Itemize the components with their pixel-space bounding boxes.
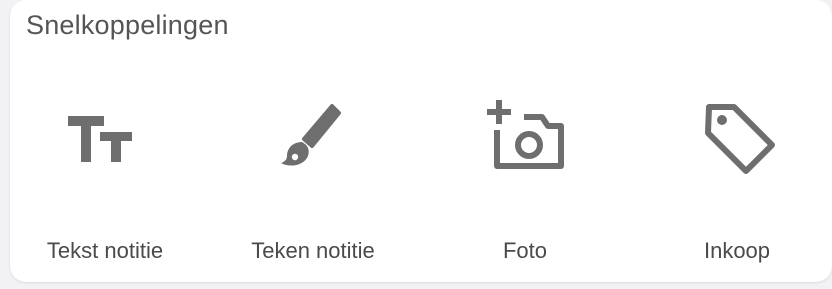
shortcuts-card: Snelkoppelingen Tekst notitie Teken noti… [10,0,832,282]
shortcut-label: Tekst notitie [46,238,164,263]
shortcut-drawing-note[interactable]: Teken notitie [218,80,408,270]
shortcut-label: Inkoop [703,238,771,263]
shortcut-purchase[interactable]: Inkoop [642,80,832,270]
card-title: Snelkoppelingen [26,10,229,40]
shortcut-photo[interactable]: Foto [430,80,620,270]
add-camera-icon [487,100,564,169]
tag-icon [705,104,775,174]
shortcut-label: Foto [502,238,548,263]
paintbrush-icon [281,104,341,166]
shortcut-label: Teken notitie [251,238,375,263]
text-size-icon [68,116,132,162]
shortcut-text-note[interactable]: Tekst notitie [10,80,200,270]
